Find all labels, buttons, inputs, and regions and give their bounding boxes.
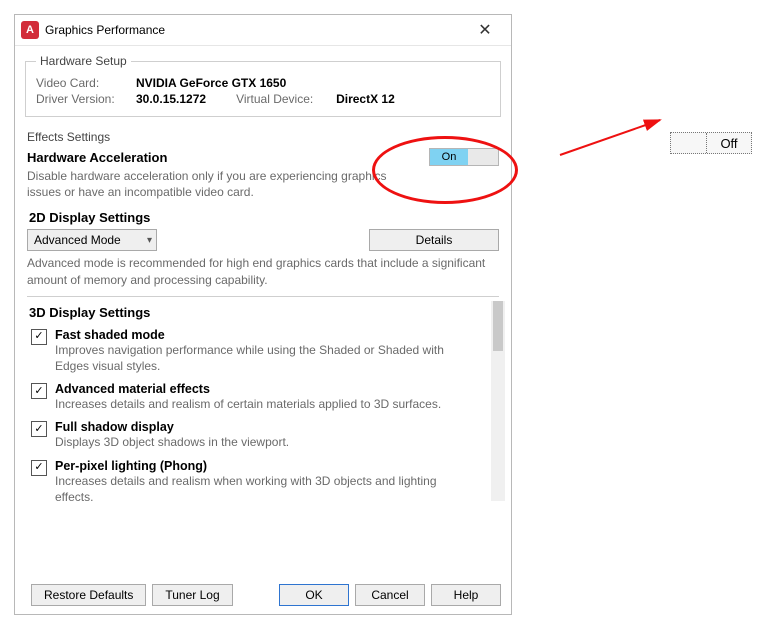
restore-defaults-button[interactable]: Restore Defaults (31, 584, 146, 606)
hardware-acceleration-title: Hardware Acceleration (27, 150, 167, 165)
driver-version-value: 30.0.15.1272 (136, 92, 206, 106)
per-pixel-lighting-desc: Increases details and realism when worki… (55, 473, 455, 505)
ok-button[interactable]: OK (279, 584, 349, 606)
tuner-log-button[interactable]: Tuner Log (152, 584, 232, 606)
dialog-footer: Restore Defaults Tuner Log OK Cancel Hel… (25, 584, 501, 606)
video-card-value: NVIDIA GeForce GTX 1650 (136, 76, 286, 90)
details-button[interactable]: Details (369, 229, 499, 251)
advanced-material-effects-checkbox[interactable] (31, 383, 47, 399)
display-3d-title: 3D Display Settings (29, 305, 499, 320)
effects-settings-group: Effects Settings Hardware Acceleration O… (25, 125, 501, 505)
display-2d-mode-combo[interactable]: Advanced Mode ▾ (27, 229, 157, 251)
toggle-off-blank (671, 133, 707, 153)
fast-shaded-mode-checkbox[interactable] (31, 329, 47, 345)
fast-shaded-mode-desc: Improves navigation performance while us… (55, 342, 455, 374)
hardware-acceleration-desc: Disable hardware acceleration only if yo… (27, 168, 387, 200)
per-pixel-lighting-title: Per-pixel lighting (Phong) (55, 459, 455, 473)
virtual-device-value: DirectX 12 (336, 92, 395, 106)
chevron-down-icon: ▾ (147, 235, 152, 246)
per-pixel-lighting-checkbox[interactable] (31, 460, 47, 476)
help-button[interactable]: Help (431, 584, 501, 606)
advanced-material-effects-item: Advanced material effects Increases deta… (31, 382, 499, 412)
scrollbar[interactable] (491, 301, 505, 501)
full-shadow-display-title: Full shadow display (55, 420, 289, 434)
fast-shaded-mode-item: Fast shaded mode Improves navigation per… (31, 328, 499, 374)
display-2d-mode-value: Advanced Mode (34, 233, 121, 247)
toggle-on-label: On (430, 149, 468, 165)
effects-settings-legend: Effects Settings (27, 130, 499, 144)
toggle-off-side (468, 149, 498, 165)
driver-version-label: Driver Version: (36, 92, 136, 106)
display-2d-title: 2D Display Settings (29, 210, 499, 225)
close-icon[interactable]: ✕ (465, 16, 505, 44)
toggle-off-label: Off (707, 133, 751, 153)
display-3d-panel: 3D Display Settings Fast shaded mode Imp… (27, 296, 499, 505)
scrollbar-thumb[interactable] (493, 301, 503, 351)
app-icon: A (21, 21, 39, 39)
cancel-button[interactable]: Cancel (355, 584, 425, 606)
window-title: Graphics Performance (45, 23, 465, 37)
advanced-material-effects-title: Advanced material effects (55, 382, 441, 396)
advanced-material-effects-desc: Increases details and realism of certain… (55, 396, 441, 412)
hardware-acceleration-toggle[interactable]: On (429, 148, 499, 166)
full-shadow-display-desc: Displays 3D object shadows in the viewpo… (55, 434, 289, 450)
full-shadow-display-checkbox[interactable] (31, 421, 47, 437)
full-shadow-display-item: Full shadow display Displays 3D object s… (31, 420, 499, 450)
hardware-setup-group: Hardware Setup Video Card: NVIDIA GeForc… (25, 54, 501, 117)
hardware-setup-legend: Hardware Setup (36, 54, 131, 68)
virtual-device-label: Virtual Device: (236, 92, 336, 106)
titlebar: A Graphics Performance ✕ (15, 15, 511, 46)
fast-shaded-mode-title: Fast shaded mode (55, 328, 455, 342)
display-2d-desc: Advanced mode is recommended for high en… (27, 255, 499, 287)
graphics-performance-dialog: A Graphics Performance ✕ Hardware Setup … (14, 14, 512, 615)
hardware-acceleration-toggle-off-example: Off (670, 132, 752, 154)
per-pixel-lighting-item: Per-pixel lighting (Phong) Increases det… (31, 459, 499, 505)
video-card-label: Video Card: (36, 76, 136, 90)
